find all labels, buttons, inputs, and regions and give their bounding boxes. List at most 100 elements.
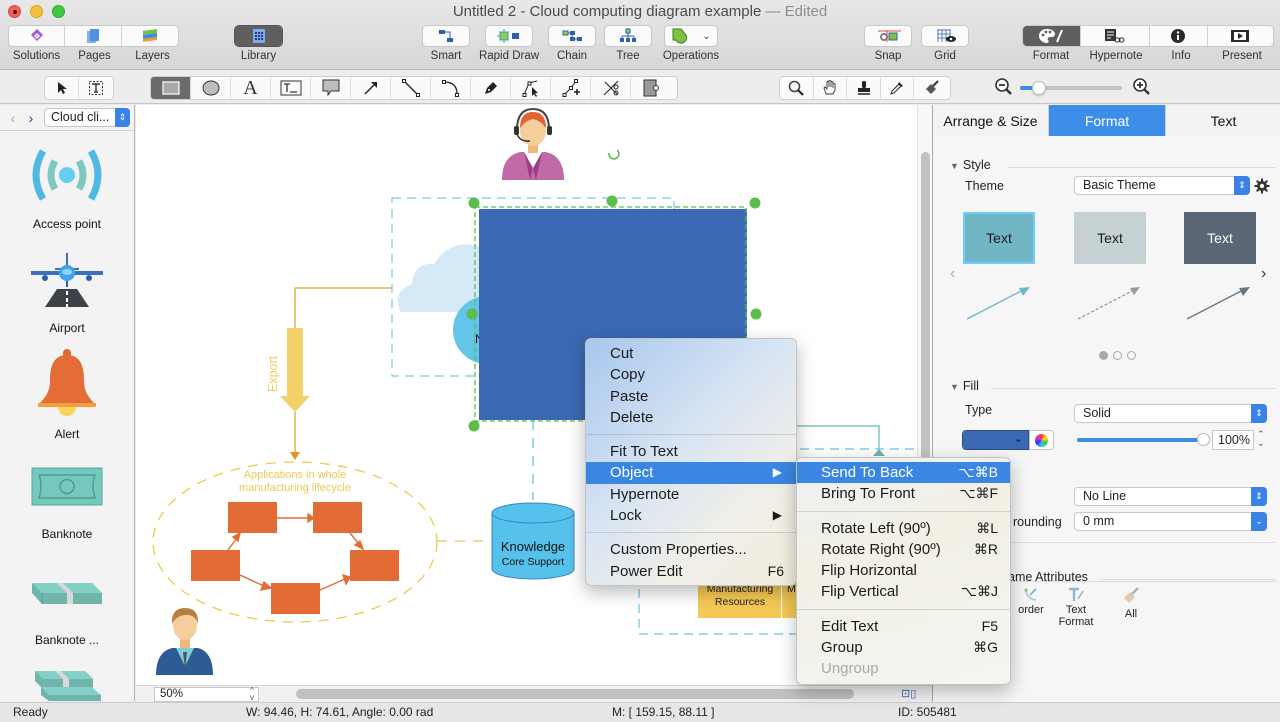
tab-text[interactable]: Text [1166,105,1280,136]
lifecycle-step[interactable] [228,502,277,533]
pen-tool[interactable] [471,77,511,99]
menu-item-delete[interactable]: Delete [586,407,796,428]
submenu-item-edit-text[interactable]: Edit Text F5 [797,616,1010,637]
line-style-preview-1[interactable] [966,287,1030,320]
eyedropper-tool[interactable] [881,77,915,99]
menu-item-custom-properties[interactable]: Custom Properties... [586,539,796,560]
library-item-banknote-stacks[interactable] [0,665,134,701]
same-border-button[interactable]: order [1011,587,1051,616]
text-tool[interactable]: A [231,77,271,99]
library-item-alert[interactable]: Alert [0,349,134,441]
theme-settings-gear-icon[interactable] [1254,178,1270,194]
lifecycle-step[interactable] [271,583,320,614]
resize-handle[interactable] [468,420,480,432]
tab-arrange-size[interactable]: Arrange & Size [933,105,1049,136]
export-arrow[interactable] [280,328,310,412]
library-item-banknote[interactable]: Banknote [0,467,134,547]
ellipse-tool[interactable] [191,77,231,99]
menu-item-cut[interactable]: Cut [586,343,796,364]
swatches-prev-icon[interactable]: ‹ [950,265,955,283]
submenu-item-rotate-left-90[interactable]: Rotate Left (90º) ⌘L [797,518,1010,539]
bezier-tool[interactable] [511,77,551,99]
export-connector[interactable] [294,287,392,328]
menu-item-copy[interactable]: Copy [586,364,796,385]
snap-button[interactable] [864,25,912,47]
rectangle-tool[interactable] [151,77,191,99]
library-select[interactable]: Cloud cli... ⇕ [44,108,130,127]
swatches-next-icon[interactable]: › [1261,265,1266,283]
support-agent-icon[interactable] [502,107,564,180]
line-type-select[interactable]: No Line ⇕ [1074,487,1267,506]
rotate-handle[interactable] [608,149,620,160]
fill-type-select[interactable]: Solid ⇕ [1074,404,1267,423]
lifecycle-step[interactable] [350,550,399,581]
style-swatch-3[interactable]: Text [1184,212,1256,264]
page-dot[interactable] [1127,351,1136,360]
hand-tool[interactable] [814,77,848,99]
style-section-toggle[interactable]: ▼ Style [950,158,991,172]
library-item-access-point[interactable]: Access point [0,145,134,235]
fit-page-icon[interactable]: ⊡▯ [901,687,916,700]
arrow-tool[interactable] [351,77,391,99]
add-point-tool[interactable] [551,77,591,99]
opacity-slider-knob[interactable] [1197,433,1210,446]
rapid-draw-button[interactable] [485,25,533,47]
fill-section-toggle[interactable]: ▼ Fill [950,379,979,393]
zoom-level-field[interactable]: 50% ^ v [154,687,259,702]
submenu-item-rotate-right-90[interactable]: Rotate Right (90º) ⌘R [797,539,1010,560]
theme-select[interactable]: Basic Theme ⇕ [1074,176,1250,195]
opacity-field[interactable]: 100% [1212,430,1254,450]
color-picker-button[interactable] [1029,430,1054,450]
container-tool[interactable] [631,77,671,99]
grid-button[interactable] [921,25,969,47]
arc-tool[interactable] [431,77,471,99]
operations-button[interactable]: ⌄ [664,25,718,47]
same-all-button[interactable]: All [1113,587,1149,620]
pages-button[interactable] [65,26,122,46]
library-item-banknote-stack[interactable]: Banknote ... [0,577,134,649]
scissors-tool[interactable] [591,77,631,99]
tree-button[interactable] [604,25,652,47]
library-item-airport[interactable]: Airport [0,251,134,341]
zoom-out-icon[interactable] [994,77,1014,97]
hypernote-button[interactable] [1081,26,1150,46]
smart-button[interactable] [422,25,470,47]
same-text-format-button[interactable]: Text Format [1051,587,1101,628]
lifecycle-step[interactable] [191,550,240,581]
menu-item-fit-to-text[interactable]: Fit To Text [586,441,796,462]
zoom-in-icon[interactable] [1132,77,1152,97]
page-dot-active[interactable] [1099,351,1108,360]
stamp-tool[interactable] [847,77,881,99]
style-swatch-2[interactable]: Text [1074,212,1146,264]
text-block-tool[interactable] [271,77,311,99]
zoom-tool[interactable] [780,77,814,99]
menu-item-hypernote[interactable]: Hypernote [586,484,796,505]
resize-handle[interactable] [466,308,478,320]
menu-item-lock[interactable]: Lock ▶ [586,505,796,526]
library-button[interactable] [234,25,283,47]
rounding-select[interactable]: 0 mm ⌄ [1074,512,1267,531]
resize-handle[interactable] [606,195,618,207]
style-swatch-1[interactable]: Text [963,212,1035,264]
submenu-item-send-to-back[interactable]: Send To Back ⌥⌘B [797,462,1010,484]
lifecycle-step[interactable] [313,502,362,533]
menu-item-power-edit[interactable]: Power Edit F6 [586,561,796,582]
zoom-slider[interactable] [1020,81,1122,95]
submenu-item-flip-horizontal[interactable]: Flip Horizontal [797,560,1010,581]
menu-item-paste[interactable]: Paste [586,386,796,407]
menu-item-object[interactable]: Object ▶ [586,462,796,484]
opacity-slider[interactable] [1077,433,1210,446]
line-style-preview-2[interactable] [1077,287,1140,320]
format-painter-tool[interactable] [914,77,950,99]
tab-format[interactable]: Format [1049,105,1166,136]
present-button[interactable] [1208,26,1273,46]
opacity-stepper-icon[interactable]: ⌃ ⌄ [1257,430,1265,448]
solutions-button[interactable] [9,26,66,46]
submenu-item-flip-vertical[interactable]: Flip Vertical ⌥⌘J [797,581,1010,602]
page-dot[interactable] [1113,351,1122,360]
resize-handle[interactable] [468,197,480,209]
callout-tool[interactable] [311,77,351,99]
submenu-item-group[interactable]: Group ⌘G [797,637,1010,658]
horizontal-scroll-thumb[interactable] [296,689,854,699]
library-back-button[interactable]: ‹ [4,110,22,126]
